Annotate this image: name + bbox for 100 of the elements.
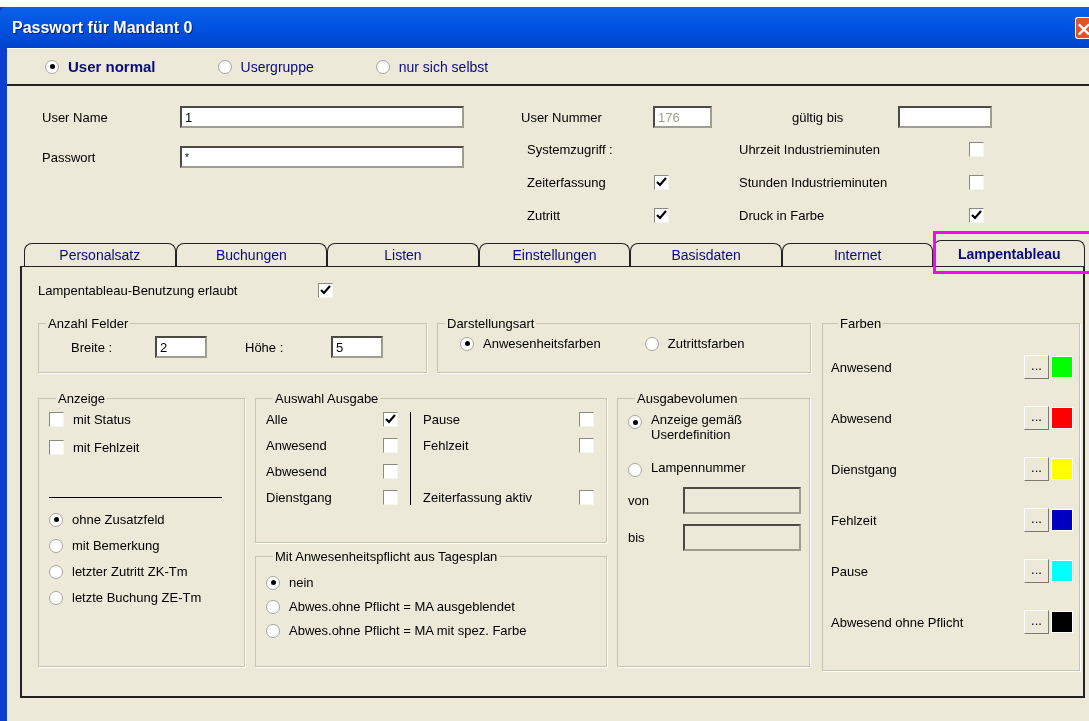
radio-button[interactable] xyxy=(49,538,63,553)
tab[interactable]: Einstellungen xyxy=(478,243,631,266)
browse-button[interactable]: ... xyxy=(1024,559,1049,583)
checkbox-label: Zeiterfassung aktiv xyxy=(423,490,533,505)
browse-button[interactable]: ... xyxy=(1024,406,1049,430)
checkbox-label: mit Status xyxy=(73,412,131,427)
checkbox-label: Lampentableau-Benutzung erlaubt xyxy=(38,283,239,298)
radio-label: nur sich selbst xyxy=(398,58,489,75)
tab[interactable]: Listen xyxy=(327,243,479,266)
field-label: gültig bis xyxy=(792,109,845,125)
group-title: Darstellungsart xyxy=(446,316,536,331)
checkbox-label: mit Fehlzeit xyxy=(73,440,140,455)
checkbox-label: Uhrzeit Industrieminuten xyxy=(739,142,881,157)
input-field[interactable]: * xyxy=(180,146,464,168)
input-field[interactable]: 1 xyxy=(180,106,464,128)
color-swatch[interactable] xyxy=(1051,560,1073,582)
checkbox[interactable] xyxy=(969,175,984,190)
group-title: Ausgabevolumen xyxy=(636,391,739,406)
color-swatch[interactable] xyxy=(1051,356,1073,378)
radio-button[interactable] xyxy=(49,564,63,579)
tab[interactable]: Internet xyxy=(781,243,934,266)
color-label: Anwesend xyxy=(831,359,893,375)
field-label: Breite : xyxy=(71,339,114,355)
color-label: Abwesend xyxy=(831,410,893,426)
checkbox[interactable] xyxy=(654,208,669,223)
checkbox-label: Stunden Industrieminuten xyxy=(739,175,889,190)
field-label: von xyxy=(628,493,650,508)
color-label: Pause xyxy=(831,563,869,579)
radio-label: Lampennummer xyxy=(651,460,747,475)
radio-button[interactable] xyxy=(49,590,63,605)
checkbox[interactable] xyxy=(383,438,398,453)
input-field[interactable]: 2 xyxy=(155,336,207,358)
radio-button[interactable] xyxy=(644,336,659,351)
checkbox-label: Zutritt xyxy=(526,208,562,223)
checkbox-label: Druck in Farbe xyxy=(739,208,826,223)
color-label: Dienstgang xyxy=(831,461,898,477)
radio-button[interactable] xyxy=(460,336,474,351)
close-button[interactable] xyxy=(1075,16,1089,39)
checkbox-label: Abwesend xyxy=(266,464,327,479)
group-title: Farben xyxy=(839,316,883,331)
radio-button[interactable] xyxy=(49,512,63,527)
radio-label: Abwes.ohne Pflicht = MA mit spez. Farbe xyxy=(289,623,527,638)
field-label: Höhe : xyxy=(245,339,285,355)
color-label: Fehlzeit xyxy=(831,512,878,528)
checkbox[interactable] xyxy=(49,412,64,427)
radio-button[interactable] xyxy=(628,415,642,429)
window-title: Passwort für Mandant 0 xyxy=(12,18,193,37)
radio-label: letzter Zutritt ZK-Tm xyxy=(72,564,188,579)
radio-button[interactable] xyxy=(628,463,642,477)
checkbox-label: Fehlzeit xyxy=(423,438,469,453)
checkbox-label: Dienstgang xyxy=(266,490,332,505)
tab[interactable]: Personalsatz xyxy=(24,243,176,266)
checkbox-label: Anwesend xyxy=(266,438,327,453)
input-field[interactable] xyxy=(898,106,992,128)
radio-button[interactable] xyxy=(217,59,232,74)
radio-button[interactable] xyxy=(45,59,59,74)
radio-button[interactable] xyxy=(266,623,280,638)
checkbox[interactable] xyxy=(383,464,398,479)
checkbox[interactable] xyxy=(579,412,594,427)
radio-label: Anwesenheitsfarben xyxy=(483,336,601,351)
checkbox[interactable] xyxy=(383,490,398,505)
color-swatch[interactable] xyxy=(1051,611,1073,633)
checkbox[interactable] xyxy=(318,283,333,298)
group-title: Anzahl Felder xyxy=(47,316,130,331)
section-label: Systemzugriff : xyxy=(526,142,614,157)
checkbox[interactable] xyxy=(654,175,669,190)
checkbox[interactable] xyxy=(383,412,398,427)
radio-label: mit Bemerkung xyxy=(72,538,160,553)
browse-button[interactable]: ... xyxy=(1024,355,1049,379)
radio-button[interactable] xyxy=(266,575,280,590)
checkbox[interactable] xyxy=(579,490,594,505)
color-label: Abwesend ohne Pflicht xyxy=(831,614,965,630)
browse-button[interactable]: ... xyxy=(1024,508,1049,532)
radio-label: Abwes.ohne Pflicht = MA ausgeblendet xyxy=(289,599,515,614)
tab[interactable]: Lampentableau xyxy=(933,240,1086,266)
radio-button[interactable] xyxy=(266,599,280,614)
group-title: Mit Anwesenheitspflicht aus Tagesplan xyxy=(274,549,499,564)
checkbox[interactable] xyxy=(49,440,64,455)
tab[interactable]: Basisdaten xyxy=(630,243,782,266)
group-title: Anzeige xyxy=(57,391,106,406)
checkbox[interactable] xyxy=(969,142,984,157)
checkbox[interactable] xyxy=(969,208,984,223)
color-swatch[interactable] xyxy=(1051,407,1073,429)
checkbox-label: Zeiterfassung xyxy=(526,175,607,190)
checkbox[interactable] xyxy=(579,438,594,453)
field-label: Passwort xyxy=(42,149,97,165)
radio-label: User normal xyxy=(68,58,156,75)
radio-label: Usergruppe xyxy=(240,58,314,75)
field-label: User Nummer xyxy=(521,109,603,125)
browse-button[interactable]: ... xyxy=(1024,610,1049,634)
radio-button[interactable] xyxy=(375,59,390,74)
radio-label: Zutrittsfarben xyxy=(667,336,745,351)
radio-label: letzte Buchung ZE-Tm xyxy=(72,590,202,605)
tab[interactable]: Buchungen xyxy=(175,243,328,266)
browse-button[interactable]: ... xyxy=(1024,457,1049,481)
field-label: bis xyxy=(628,530,646,545)
color-swatch[interactable] xyxy=(1051,458,1073,480)
group-title: Auswahl Ausgabe xyxy=(274,391,380,406)
color-swatch[interactable] xyxy=(1051,509,1073,531)
input-field[interactable]: 5 xyxy=(331,336,383,358)
